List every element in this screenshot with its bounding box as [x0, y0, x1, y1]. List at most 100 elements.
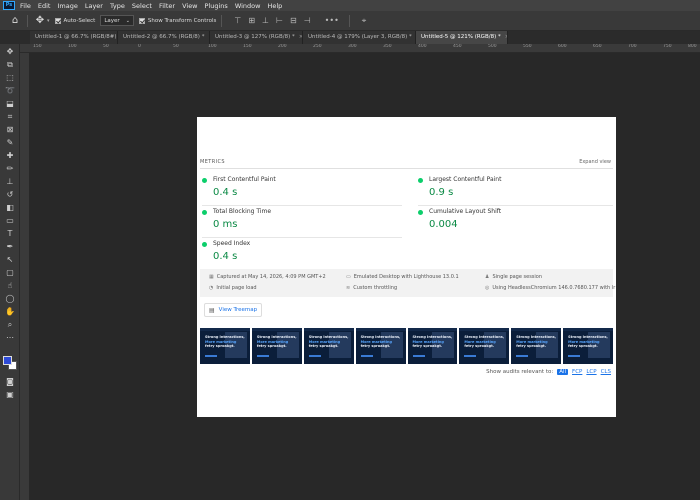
session-info: ♟ Single page session: [485, 274, 542, 280]
align-horizontal-center-icon[interactable]: ⊟: [290, 16, 297, 25]
pen-tool-icon[interactable]: ✒: [3, 241, 17, 252]
frame-heading: Strong Interactions,: [360, 335, 401, 339]
frame-heading: fetry sproakgt.: [412, 344, 443, 348]
align-top-icon[interactable]: ⊤: [234, 16, 241, 25]
ruler-label: 0: [138, 44, 141, 49]
ruler-horizontal[interactable]: 150 100 50 0 50 100 150 200 250 300 350 …: [20, 44, 700, 53]
chevron-down-icon[interactable]: ▾: [47, 18, 50, 24]
layer-select[interactable]: Layer ⌄: [100, 15, 134, 26]
eraser-tool-icon[interactable]: ◧: [3, 202, 17, 213]
frame-heading: More marketing: [568, 339, 600, 344]
info-text: Using HeadlessChromium 146.0.7680.177 wi…: [492, 285, 616, 291]
audit-filter-cls[interactable]: CLS: [601, 369, 611, 375]
divider: [202, 237, 402, 238]
person-icon: ♟: [485, 274, 490, 280]
close-icon[interactable]: ×: [505, 34, 507, 40]
audit-filter-fcp[interactable]: FCP: [572, 369, 582, 375]
auto-select-checkbox[interactable]: Auto-Select: [54, 17, 95, 24]
marquee-tool-icon[interactable]: ⬚: [3, 72, 17, 83]
ruler-label: 150: [243, 44, 252, 49]
menu-file[interactable]: File: [20, 2, 31, 10]
checkbox-checked-icon[interactable]: [54, 17, 61, 24]
home-icon[interactable]: ⌂: [8, 15, 22, 26]
zoom-tool-icon[interactable]: ⌕: [3, 319, 17, 330]
frame-heading: fetry sproakgt.: [516, 344, 546, 348]
healing-brush-tool-icon[interactable]: ✚: [3, 150, 17, 161]
view-treemap-button[interactable]: ▤ View Treemap: [204, 303, 262, 317]
menu-filter[interactable]: Filter: [159, 2, 175, 10]
browser-info: ◎ Using HeadlessChromium 146.0.7680.177 w…: [485, 285, 615, 291]
menu-view[interactable]: View: [182, 2, 197, 10]
frame-heading: More marketing: [360, 339, 393, 344]
document-tab-1[interactable]: Untitled-1 @ 66.7% (RGB/8#)×: [30, 31, 118, 44]
screen-mode-icon[interactable]: ▣: [3, 389, 17, 400]
expand-view-link[interactable]: Expand view: [579, 159, 611, 165]
type-tool-icon[interactable]: T: [3, 228, 17, 239]
document-canvas[interactable]: METRICS Expand view First Contentful Pai…: [197, 117, 616, 417]
ruler-label: 150: [33, 44, 42, 49]
chevron-down-icon: ⌄: [125, 17, 130, 24]
audit-filter: Show audits relevant to: All FCP LCP CLS: [486, 369, 611, 375]
crop-tool-icon[interactable]: ⌗: [3, 111, 17, 122]
menu-window[interactable]: Window: [235, 2, 261, 10]
menu-edit[interactable]: Edit: [38, 2, 51, 10]
metric-value: 0.9 s: [429, 187, 454, 198]
document-tab-4[interactable]: Untitled-4 @ 179% (Layer 3, RGB/8) *×: [303, 31, 416, 44]
move-tool-icon[interactable]: ✥: [33, 15, 47, 26]
stamp-tool-icon[interactable]: ⊥: [3, 176, 17, 187]
filmstrip-frame: Strong Interactions, More marketing fetry …: [200, 328, 250, 364]
align-vertical-center-icon[interactable]: ⊞: [248, 16, 255, 25]
align-bottom-icon[interactable]: ⊥: [262, 16, 269, 25]
tools-panel: ✥ ⧉ ⬚ ➰ ⬓ ⌗ ⊠ ✎ ✚ ✏ ⊥ ↺ ◧ ▭ T ✒ ↖ ▢ ☝ ◯ …: [0, 44, 20, 500]
menu-layer[interactable]: Layer: [85, 2, 103, 10]
checkbox-checked-icon[interactable]: [138, 17, 145, 24]
menu-select[interactable]: Select: [132, 2, 152, 10]
metric-label: Speed Index: [213, 240, 251, 247]
ruler-label: 550: [523, 44, 532, 49]
hand-tool-icon[interactable]: ✋: [3, 306, 17, 317]
info-text: Emulated Desktop with Lighthouse 13.0.1: [353, 274, 459, 280]
align-left-icon[interactable]: ⊢: [276, 16, 283, 25]
ruler-label: 200: [278, 44, 287, 49]
document-tab-3[interactable]: Untitled-3 @ 127% (RGB/8) * ×: [210, 31, 303, 44]
ruler-vertical[interactable]: [20, 53, 29, 500]
object-selection-tool-icon[interactable]: ⬓: [3, 98, 17, 109]
frame-heading: More marketing: [308, 339, 341, 344]
metric-value: 0.4 s: [213, 251, 238, 262]
menu-image[interactable]: Image: [57, 2, 77, 10]
history-brush-tool-icon[interactable]: ↺: [3, 189, 17, 200]
lasso-tool-icon[interactable]: ➰: [3, 85, 17, 96]
dodge-tool-icon[interactable]: ◯: [3, 293, 17, 304]
more-tools-icon[interactable]: ⋯: [3, 332, 17, 343]
3d-mode-icon[interactable]: ⌖: [362, 16, 367, 26]
frame-tool-icon[interactable]: ⊠: [3, 124, 17, 135]
menu-help[interactable]: Help: [267, 2, 282, 10]
audit-filter-all[interactable]: All: [557, 369, 569, 375]
path-selection-tool-icon[interactable]: ↖: [3, 254, 17, 265]
throttling-info: ≋ Custom throttling: [346, 285, 397, 291]
move-tool-icon[interactable]: ✥: [3, 46, 17, 57]
transform-controls-checkbox[interactable]: Show Transform Controls: [138, 17, 216, 24]
smudge-tool-icon[interactable]: ☝: [3, 280, 17, 291]
quick-mask-icon[interactable]: ◙: [3, 376, 17, 387]
foreground-color-swatch[interactable]: [3, 356, 12, 365]
rectangle-tool-icon[interactable]: ▢: [3, 267, 17, 278]
artboard-tool-icon[interactable]: ⧉: [3, 59, 17, 70]
align-right-icon[interactable]: ⊣: [304, 16, 311, 25]
eyedropper-tool-icon[interactable]: ✎: [3, 137, 17, 148]
pass-indicator-icon: [202, 178, 207, 183]
menu-type[interactable]: Type: [110, 2, 125, 10]
filmstrip-frame: Strong Interactions, More marketing fetry …: [563, 328, 613, 364]
document-tab-2[interactable]: Untitled-2 @ 66.7% (RGB/8) *×: [118, 31, 210, 44]
menu-plugins[interactable]: Plugins: [205, 2, 228, 10]
audit-filter-lcp[interactable]: LCP: [586, 369, 596, 375]
frame-heading: Strong Interactions,: [308, 335, 349, 339]
gradient-tool-icon[interactable]: ▭: [3, 215, 17, 226]
separator: [27, 14, 28, 27]
more-options-icon[interactable]: •••: [325, 16, 339, 25]
ruler-label: 50: [173, 44, 179, 49]
brush-tool-icon[interactable]: ✏: [3, 163, 17, 174]
frame-heading: Strong Interactions,: [412, 335, 453, 339]
document-tab-5[interactable]: Untitled-5 @ 121% (RGB/8) * ×: [416, 31, 508, 44]
metrics-title: METRICS: [200, 159, 225, 165]
